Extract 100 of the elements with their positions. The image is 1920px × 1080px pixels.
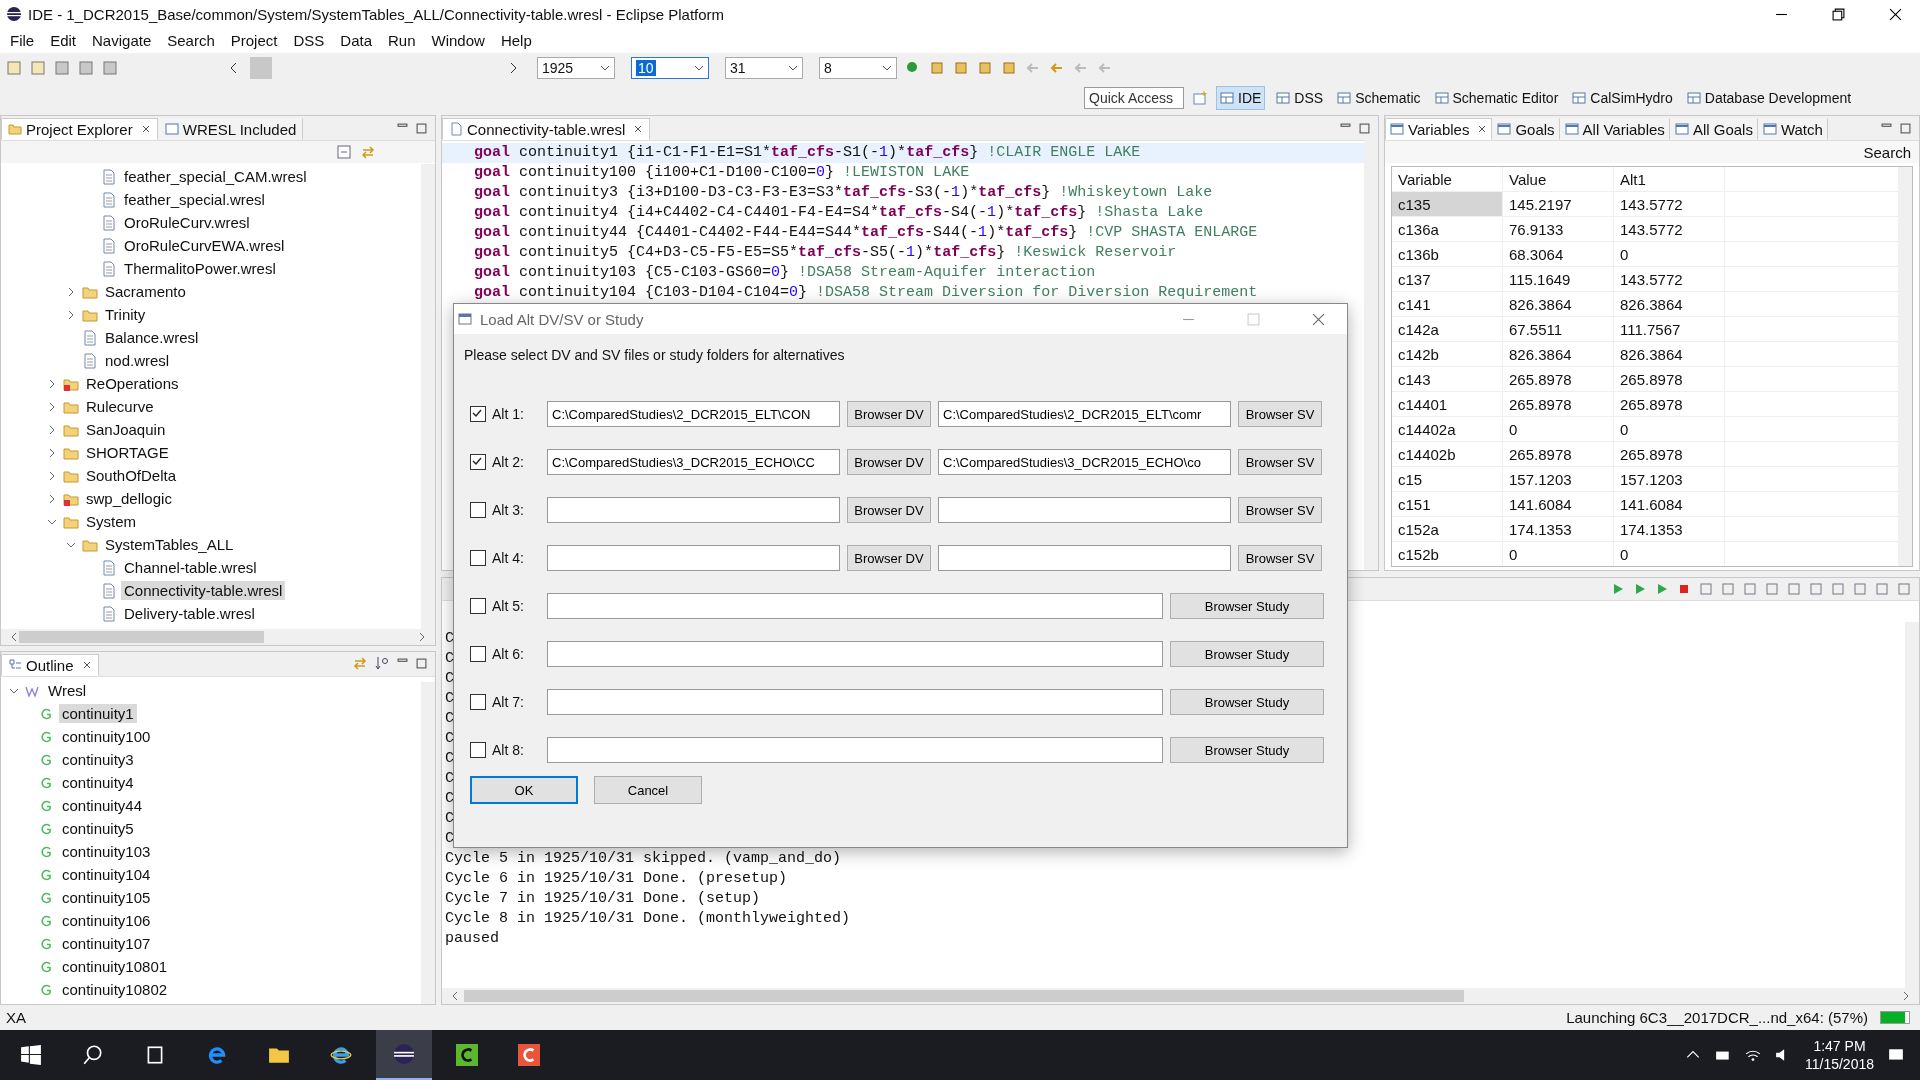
table-cell[interactable]: 143.5772 [1614,267,1725,291]
menu-item[interactable]: Data [332,32,380,49]
tree-item[interactable]: System [83,512,139,531]
table-cell[interactable]: 265.8978 [1614,442,1725,466]
table-cell[interactable]: 826.3864 [1614,292,1725,316]
browse-sv-button[interactable]: Browser SV [1238,401,1322,427]
outline-item[interactable]: continuity103 [59,842,154,861]
browse-dv-button[interactable]: Browser DV [847,449,931,475]
perspective-tab[interactable]: IDE [1216,85,1266,110]
perspective-tab[interactable]: Schematic Editor [1431,86,1562,109]
alt-checkbox[interactable] [470,742,486,758]
scrollbar[interactable] [1898,167,1912,566]
dropdown-caret-icon[interactable] [788,63,798,73]
tree-item[interactable]: ReOperations [83,374,182,393]
table-cell[interactable]: c135 [1392,192,1503,216]
scrollbar[interactable] [1905,622,1919,988]
sv-path-field[interactable] [938,545,1231,571]
tree-item[interactable]: OroRuleCurv.wresl [121,213,253,232]
ok-button[interactable]: OK [470,776,578,804]
menu-item[interactable]: Edit [42,32,85,49]
table-cell[interactable]: 143.5772 [1614,192,1725,216]
menu-item[interactable]: Search [159,32,223,49]
maximize-icon[interactable] [416,123,427,134]
scrollbar-thumb[interactable] [19,631,264,643]
table-cell[interactable]: 826.3864 [1614,342,1725,366]
table-cell[interactable]: c142b [1392,342,1503,366]
close-icon[interactable] [1889,7,1902,21]
browse-dv-button[interactable]: Browser DV [847,497,931,523]
tree-item[interactable]: SouthOfDelta [83,466,180,485]
scroll-right-icon[interactable] [1901,991,1911,1001]
table-cell[interactable]: c143 [1392,367,1503,391]
table-cell[interactable]: c151 [1392,492,1503,516]
dv-path-field[interactable] [547,497,840,523]
browse-dv-button[interactable]: Browser DV [847,401,931,427]
menu-item[interactable]: Help [492,32,540,49]
step-icon[interactable] [1633,582,1647,596]
table-cell[interactable]: 265.8978 [1614,392,1725,416]
outline-item[interactable]: continuity100 [59,727,154,746]
alt-checkbox[interactable] [470,454,486,470]
restore-icon[interactable] [1832,7,1845,21]
chevron-right-icon[interactable] [66,309,76,320]
table-cell[interactable]: 265.8978 [1503,442,1614,466]
tree-item[interactable]: Delivery-table.wresl [121,604,258,623]
dropdown-caret-icon[interactable] [694,63,704,73]
table-cell[interactable]: 174.1353 [1614,517,1725,541]
browse-dv-button[interactable]: Browser DV [847,545,931,571]
outline-item[interactable]: continuity5 [59,819,137,838]
table-cell[interactable]: c14402a [1392,417,1503,441]
tree-item[interactable]: Rulecurve [83,397,157,416]
table-cell[interactable]: 0 [1614,542,1725,566]
table-cell[interactable]: 265.8978 [1614,367,1725,391]
tree-item[interactable]: Sacramento [102,282,189,301]
table-cell[interactable]: c14401 [1392,392,1503,416]
chevron-right-icon[interactable] [47,378,57,389]
sort-icon[interactable] [375,656,389,670]
alt-checkbox[interactable] [470,406,486,422]
search-icon[interactable] [82,1044,104,1066]
study-path-field[interactable] [547,593,1163,619]
clock-time[interactable]: 1:47 PM [1813,1037,1866,1055]
chevron-right-icon[interactable] [47,493,57,504]
tree-item[interactable]: OroRuleCurvEWA.wresl [121,236,288,255]
table-cell[interactable]: 141.6084 [1503,492,1614,516]
browse-study-button[interactable]: Browser Study [1170,593,1324,619]
date-combo[interactable]: 31 [725,57,803,79]
outline-item[interactable]: continuity107 [59,934,154,953]
tree-item[interactable]: ThermalitoPower.wresl [121,259,279,278]
study-path-field[interactable] [547,737,1163,763]
browse-study-button[interactable]: Browser Study [1170,689,1324,715]
table-cell[interactable]: 141.6084 [1614,492,1725,516]
table-cell[interactable]: c137 [1392,267,1503,291]
table-cell[interactable]: 0 [1503,542,1614,566]
menu-item[interactable]: Navigate [84,32,160,49]
table-cell[interactable]: 67.5511 [1503,317,1614,341]
maximize-icon[interactable] [1359,123,1370,134]
table-cell[interactable]: 111.7567 [1614,317,1725,341]
table-cell[interactable]: 143.5772 [1614,217,1725,241]
scrollbar[interactable] [421,682,435,1004]
close-icon[interactable] [633,124,644,134]
search-link[interactable]: Search [1863,143,1911,161]
dv-path-field[interactable] [547,545,840,571]
table-cell[interactable]: 115.1649 [1503,267,1614,291]
play-icon[interactable] [1611,582,1625,596]
eclipse-logo-icon[interactable] [393,1043,415,1065]
tree-item[interactable]: Trinity [102,305,149,324]
study-path-field[interactable] [547,641,1163,667]
scroll-right-icon[interactable] [417,632,427,642]
browse-sv-button[interactable]: Browser SV [1238,497,1322,523]
browse-study-button[interactable]: Browser Study [1170,737,1324,763]
table-cell[interactable]: 145.2197 [1503,192,1614,216]
column-header[interactable]: Value [1503,167,1614,191]
close-icon[interactable] [81,660,92,670]
menu-item[interactable]: DSS [285,32,333,49]
alt-checkbox[interactable] [470,694,486,710]
scrollbar-thumb[interactable] [464,990,1464,1002]
chevron-right-icon[interactable] [47,401,57,412]
tree-item[interactable]: nod.wresl [102,351,173,370]
chevron-right-icon[interactable] [47,470,57,481]
editor-tab[interactable]: Connectivity-table.wresl [442,118,651,140]
dv-path-field[interactable]: C:\ComparedStudies\3_DCR2015_ECHO\CC [547,449,840,475]
date-combo[interactable]: 10 [631,57,709,79]
